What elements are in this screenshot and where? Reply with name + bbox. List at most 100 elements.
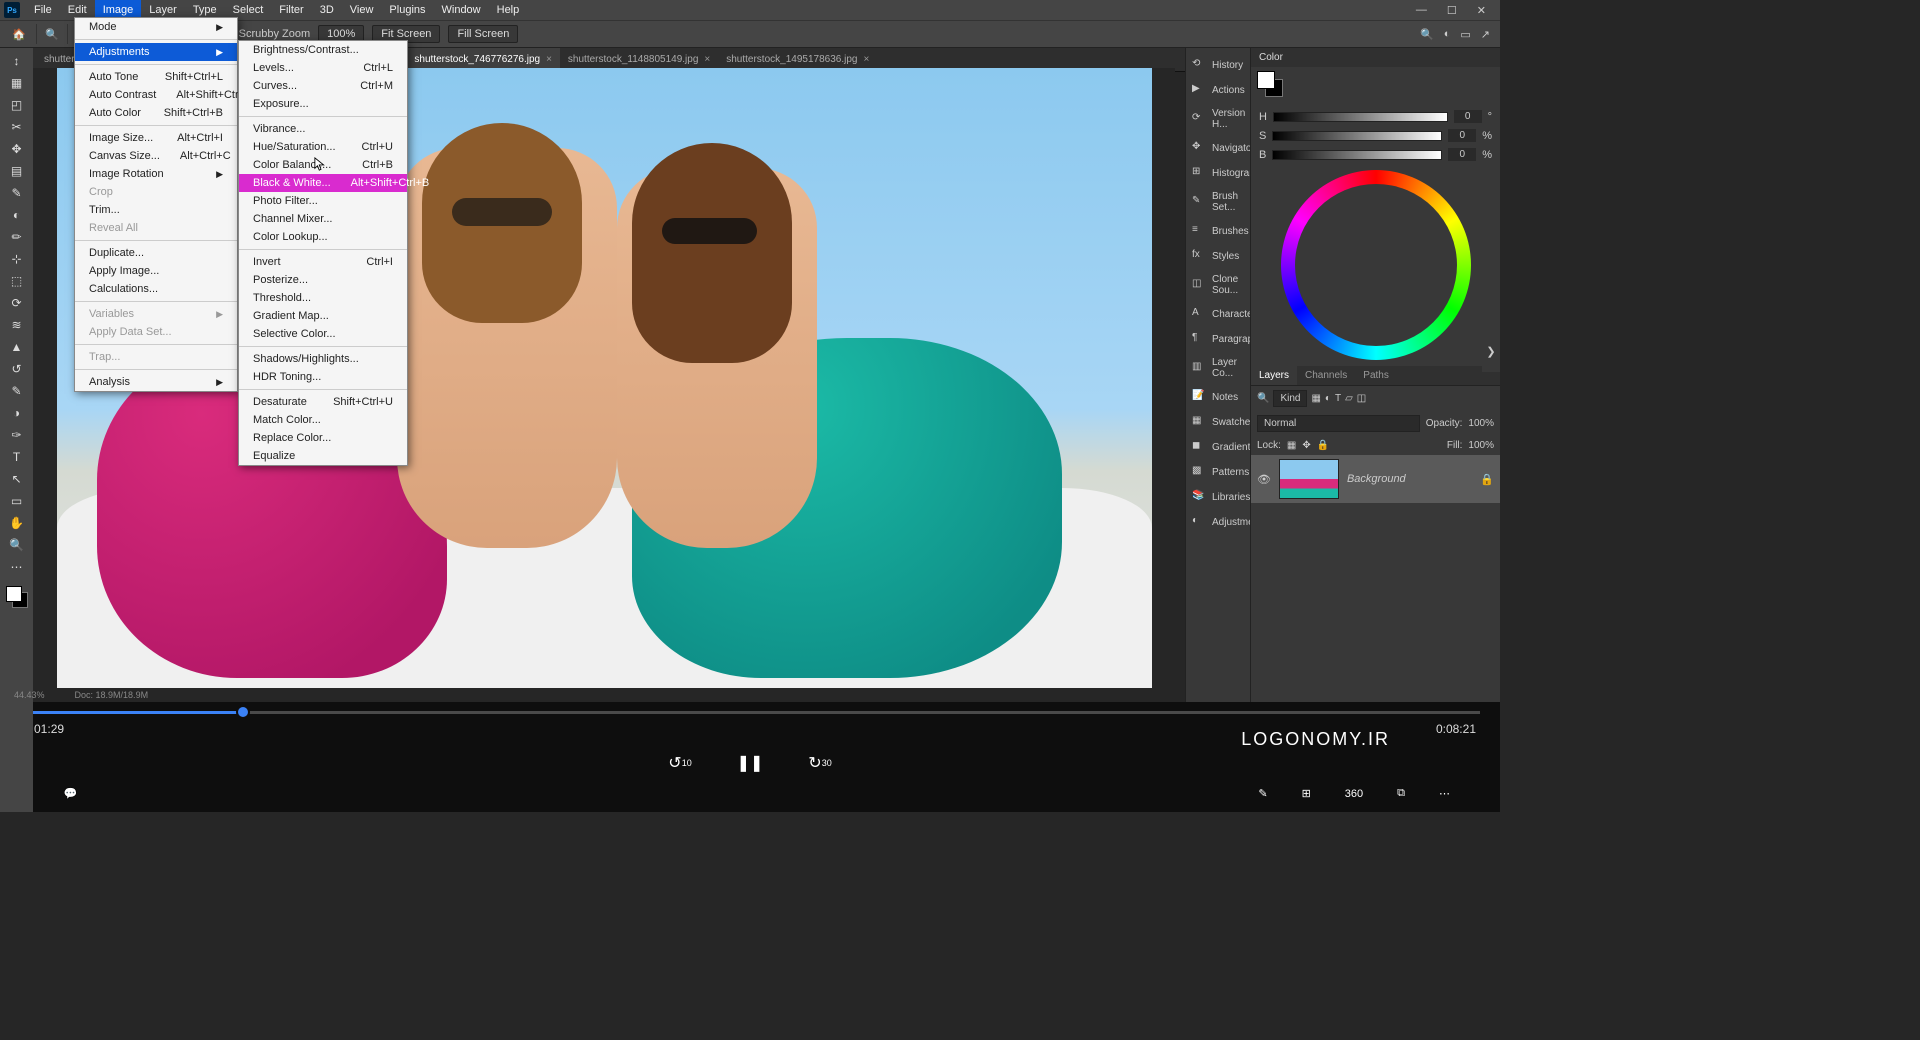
panel-tab-notes[interactable]: 📝Notes — [1186, 386, 1250, 408]
panel-tab-paragraph[interactable]: ¶Paragraph — [1186, 328, 1250, 350]
menu-item[interactable]: Brightness/Contrast... — [239, 41, 407, 59]
tool-button[interactable]: ◰ — [7, 96, 27, 114]
menu-view[interactable]: View — [342, 0, 382, 20]
menu-item[interactable]: Analysis▶ — [75, 373, 237, 391]
color-swatch[interactable] — [6, 586, 28, 608]
menu-file[interactable]: File — [26, 0, 60, 20]
filter-pixel-icon[interactable]: ▦ — [1311, 393, 1320, 404]
menu-item[interactable]: Auto ToneShift+Ctrl+L — [75, 68, 237, 86]
close-tab-icon[interactable]: × — [863, 54, 869, 65]
panel-tab-styles[interactable]: fxStyles — [1186, 245, 1250, 267]
panel-tab-channels[interactable]: Channels — [1297, 366, 1355, 385]
pause-button[interactable]: ❚❚ — [735, 748, 765, 778]
close-tab-icon[interactable]: × — [704, 54, 710, 65]
tool-button[interactable]: ✎ — [7, 184, 27, 202]
tool-button[interactable]: ✏ — [7, 228, 27, 246]
tool-button[interactable]: ◑ — [7, 404, 27, 422]
menu-item[interactable]: DesaturateShift+Ctrl+U — [239, 393, 407, 411]
menu-item[interactable]: Replace Color... — [239, 429, 407, 447]
filter-shape-icon[interactable]: ▱ — [1345, 393, 1353, 404]
menu-item[interactable]: Mode▶ — [75, 18, 237, 36]
pip-icon[interactable]: ⧉ — [1397, 787, 1405, 800]
menu-item[interactable]: Channel Mixer... — [239, 210, 407, 228]
search-icon[interactable]: 🔍 — [1420, 28, 1434, 41]
menu-item[interactable]: Black & White...Alt+Shift+Ctrl+B — [239, 174, 407, 192]
panel-tab-gradients[interactable]: ◼Gradients — [1186, 436, 1250, 458]
close-button[interactable]: ✕ — [1477, 4, 1486, 17]
tool-button[interactable]: ✥ — [7, 140, 27, 158]
filter-smart-icon[interactable]: ◫ — [1357, 393, 1366, 404]
menu-item[interactable]: Auto ContrastAlt+Shift+Ctrl+L — [75, 86, 237, 104]
panel-tab-brushset[interactable]: ✎Brush Set... — [1186, 187, 1250, 217]
menu-help[interactable]: Help — [489, 0, 528, 20]
minimize-button[interactable]: — — [1416, 4, 1427, 17]
lock-pixels-icon[interactable]: ▦ — [1287, 440, 1296, 451]
menu-item[interactable]: Gradient Map... — [239, 307, 407, 325]
menu-item[interactable]: Exposure... — [239, 95, 407, 113]
bri-slider[interactable]: B0% — [1251, 145, 1500, 164]
menu-plugins[interactable]: Plugins — [381, 0, 433, 20]
tool-button[interactable]: ✎ — [7, 382, 27, 400]
tool-button[interactable]: ▤ — [7, 162, 27, 180]
tool-button[interactable]: ▭ — [7, 492, 27, 510]
tool-button[interactable]: ▦ — [7, 74, 27, 92]
blend-mode[interactable]: Normal — [1257, 415, 1420, 432]
menu-item[interactable]: Canvas Size...Alt+Ctrl+C — [75, 147, 237, 165]
menu-item[interactable]: Trim... — [75, 201, 237, 219]
tool-button[interactable]: 🔍 — [7, 536, 27, 554]
filter-adjust-icon[interactable]: ◐ — [1325, 393, 1331, 404]
panel-tab-actions[interactable]: ▶Actions — [1186, 79, 1250, 101]
tool-button[interactable]: T — [7, 448, 27, 466]
cloud-icon[interactable]: ◐ — [1444, 28, 1451, 40]
tool-button[interactable]: ✋ — [7, 514, 27, 532]
menu-filter[interactable]: Filter — [271, 0, 311, 20]
tool-button[interactable]: ⬚ — [7, 272, 27, 290]
panel-tab-brushes[interactable]: ≡Brushes — [1186, 220, 1250, 242]
filter-type-icon[interactable]: T — [1335, 393, 1341, 404]
menu-item[interactable]: Image Rotation▶ — [75, 165, 237, 183]
fill-screen-button[interactable]: Fill Screen — [448, 25, 518, 43]
panel-tab-history[interactable]: ⟲History — [1186, 54, 1250, 76]
layer-filter-kind[interactable]: Kind — [1273, 390, 1307, 407]
visibility-icon[interactable]: 👁 — [1257, 473, 1271, 486]
menu-item[interactable]: Shadows/Highlights... — [239, 350, 407, 368]
360-label[interactable]: 360 — [1345, 788, 1363, 800]
menu-item[interactable]: Match Color... — [239, 411, 407, 429]
tool-button[interactable]: ⊹ — [7, 250, 27, 268]
panel-tab-paths[interactable]: Paths — [1355, 366, 1397, 385]
color-wheel[interactable] — [1281, 170, 1471, 360]
menu-3d[interactable]: 3D — [312, 0, 342, 20]
panel-tab-swatches[interactable]: ▦Swatches — [1186, 411, 1250, 433]
tool-button[interactable]: ▲ — [7, 338, 27, 356]
tool-button[interactable]: ↖ — [7, 470, 27, 488]
workspace-icon[interactable]: ▭ — [1460, 28, 1470, 41]
menu-item[interactable]: Threshold... — [239, 289, 407, 307]
menu-item[interactable]: Apply Image... — [75, 262, 237, 280]
tool-button[interactable]: ≋ — [7, 316, 27, 334]
menu-item[interactable]: Hue/Saturation...Ctrl+U — [239, 138, 407, 156]
menu-item[interactable]: InvertCtrl+I — [239, 253, 407, 271]
panel-tab-navigator[interactable]: ✥Navigator — [1186, 137, 1250, 159]
quality-icon[interactable]: ⊞ — [1302, 787, 1311, 800]
foreground-swatch[interactable] — [1257, 71, 1275, 89]
maximize-button[interactable]: ☐ — [1447, 4, 1457, 17]
menu-item[interactable]: Equalize — [239, 447, 407, 465]
menu-item[interactable]: HDR Toning... — [239, 368, 407, 386]
menu-item[interactable]: Photo Filter... — [239, 192, 407, 210]
fill-value[interactable]: 100% — [1468, 440, 1494, 451]
panel-tab-clonesou[interactable]: ◫Clone Sou... — [1186, 270, 1250, 300]
panel-tab-versionh[interactable]: ⟳Version H... — [1186, 104, 1250, 134]
menu-item[interactable]: Adjustments▶ — [75, 43, 237, 61]
panel-tab-libraries[interactable]: 📚Libraries — [1186, 486, 1250, 508]
panel-tab-patterns[interactable]: ▩Patterns — [1186, 461, 1250, 483]
tool-button[interactable]: ◐ — [7, 206, 27, 224]
share-icon[interactable]: ↗ — [1481, 28, 1490, 41]
menu-item[interactable]: Selective Color... — [239, 325, 407, 343]
close-tab-icon[interactable]: × — [546, 54, 552, 65]
hue-slider[interactable]: H0° — [1251, 107, 1500, 126]
subtitle-icon[interactable]: 💬 — [64, 787, 78, 800]
menu-item[interactable]: Posterize... — [239, 271, 407, 289]
panel-tab-layerco[interactable]: ▥Layer Co... — [1186, 353, 1250, 383]
more-icon[interactable]: ⋯ — [1439, 787, 1450, 800]
lock-position-icon[interactable]: ✥ — [1302, 440, 1310, 451]
